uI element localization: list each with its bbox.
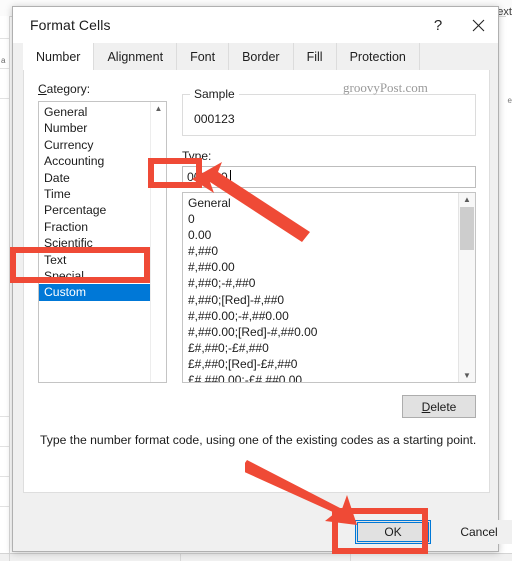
dialog-title: Format Cells	[30, 17, 111, 33]
close-icon[interactable]	[458, 10, 498, 40]
dialog-tab-strip: Number Alignment Font Border Fill Protec…	[13, 43, 498, 70]
tab-strip-filler	[419, 43, 498, 70]
category-item-currency[interactable]: Currency	[39, 137, 150, 153]
category-label: Category:	[38, 82, 91, 96]
format-codes-items: General 0 0.00 #,##0 #,##0.00 #,##0;-#,#…	[183, 193, 458, 382]
title-bar-buttons: ?	[418, 7, 498, 43]
type-input[interactable]	[182, 166, 476, 188]
chevron-up-icon[interactable]: ▲	[459, 195, 475, 204]
type-label: Type:	[182, 149, 212, 163]
format-code-item[interactable]: #,##0.00;[Red]-#,##0.00	[188, 324, 458, 340]
tab-border[interactable]: Border	[229, 43, 294, 70]
worksheet-row-header-left	[0, 16, 10, 561]
dialog-title-bar: Format Cells ?	[13, 7, 498, 43]
chevron-up-icon[interactable]: ▲	[151, 104, 166, 113]
hint-text: Type the number format code, using one o…	[40, 433, 477, 447]
category-item-percentage[interactable]: Percentage	[39, 202, 150, 218]
sample-legend: Sample	[190, 87, 239, 101]
category-item-custom[interactable]: Custom	[39, 284, 150, 301]
delete-button[interactable]: Delete	[402, 395, 476, 418]
format-code-item[interactable]: #,##0.00;-#,##0.00	[188, 308, 458, 324]
category-item-fraction[interactable]: Fraction	[39, 219, 150, 235]
tab-protection[interactable]: Protection	[336, 43, 420, 70]
help-icon[interactable]: ?	[418, 10, 458, 40]
category-item-scientific[interactable]: Scientific	[39, 235, 150, 251]
tab-font[interactable]: Font	[177, 43, 230, 70]
text-cursor	[230, 170, 231, 184]
category-scrollbar[interactable]: ▲	[150, 102, 166, 382]
format-code-item[interactable]: £#,##0;[Red]-£#,##0	[188, 356, 458, 372]
format-codes-listbox[interactable]: General 0 0.00 #,##0 #,##0.00 #,##0;-#,#…	[182, 192, 476, 383]
category-item-time[interactable]: Time	[39, 186, 150, 202]
format-code-item[interactable]: £#,##0;-£#,##0	[188, 340, 458, 356]
watermark: groovyPost.com	[343, 80, 428, 95]
format-code-item[interactable]: 0.00	[188, 227, 458, 243]
category-item-number[interactable]: Number	[39, 120, 150, 136]
category-item-accounting[interactable]: Accounting	[39, 153, 150, 169]
sample-value: 000123	[194, 112, 235, 126]
scrollbar-thumb[interactable]	[460, 207, 474, 250]
category-listbox[interactable]: General Number Currency Accounting Date …	[38, 101, 167, 383]
category-item-date[interactable]: Date	[39, 170, 150, 186]
format-code-item[interactable]: #,##0	[188, 243, 458, 259]
category-items: General Number Currency Accounting Date …	[39, 102, 150, 382]
format-code-item[interactable]: 0	[188, 211, 458, 227]
worksheet-column-letter-right: e	[507, 96, 512, 105]
format-code-item[interactable]: £#,##0.00;-£#,##0.00	[188, 372, 458, 382]
number-tab-panel: Category: General Number Currency Accoun…	[23, 70, 490, 493]
dialog-footer: OK Cancel	[13, 504, 512, 552]
format-code-item[interactable]: General	[188, 195, 458, 211]
format-code-item[interactable]: #,##0.00	[188, 259, 458, 275]
cancel-button[interactable]: Cancel	[441, 520, 512, 544]
worksheet-column-letter-left: a	[1, 56, 6, 65]
format-code-item[interactable]: #,##0;[Red]-#,##0	[188, 292, 458, 308]
category-item-general[interactable]: General	[39, 104, 150, 120]
format-code-item[interactable]: #,##0;-#,##0	[188, 275, 458, 291]
ok-button[interactable]: OK	[355, 520, 431, 544]
worksheet-bottom-strip	[0, 553, 512, 561]
chevron-down-icon[interactable]: ▼	[459, 371, 475, 380]
category-item-text[interactable]: Text	[39, 252, 150, 268]
format-codes-scrollbar[interactable]: ▲ ▼	[458, 193, 475, 382]
tab-fill[interactable]: Fill	[293, 43, 337, 70]
tab-alignment[interactable]: Alignment	[94, 43, 178, 70]
tab-number[interactable]: Number	[23, 43, 95, 70]
category-item-special[interactable]: Special	[39, 268, 150, 284]
